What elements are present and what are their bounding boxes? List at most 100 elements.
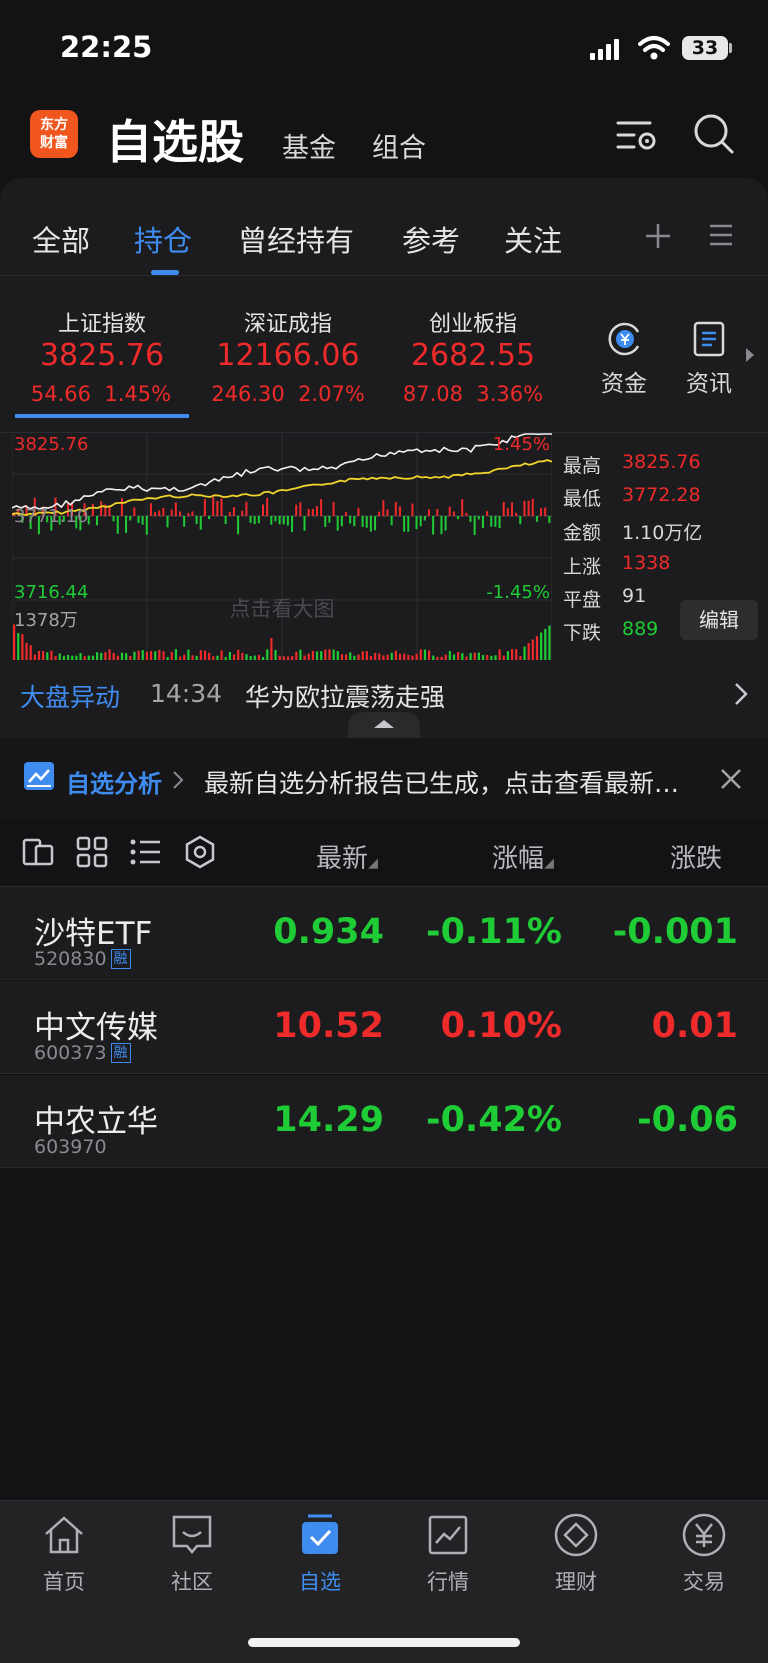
- stat-label-amount: 金额: [563, 522, 602, 544]
- stat-label-low: 最低: [563, 488, 602, 510]
- breadth-bar-up: [149, 503, 152, 516]
- yuan-circle-icon[interactable]: [606, 320, 644, 358]
- breadth-bar-up: [394, 501, 397, 516]
- hexagon-settings-icon[interactable]: [184, 835, 216, 869]
- app-logo: 东方 财富: [30, 110, 78, 158]
- breadth-bar-up: [91, 503, 94, 516]
- tab-following[interactable]: 关注: [504, 218, 562, 260]
- index-change-chinext[interactable]: 87.08 3.36%: [378, 382, 568, 406]
- breadth-bar-down: [137, 516, 140, 523]
- index-name-chinext[interactable]: 创业板指: [393, 306, 553, 338]
- stock-change: 0.01: [651, 1006, 738, 1046]
- breadth-bar-up: [386, 509, 389, 516]
- settings-list-icon[interactable]: [616, 115, 660, 155]
- index-change-pct: 3.36%: [476, 382, 544, 406]
- nav-label: 交易: [683, 1570, 725, 1594]
- breadth-bar-down: [340, 516, 343, 527]
- nav-label: 社区: [171, 1570, 213, 1594]
- edit-button[interactable]: 编辑: [680, 600, 758, 640]
- breadth-bar-down: [361, 516, 364, 527]
- breadth-bar-down: [249, 516, 252, 523]
- nav-item-wealth[interactable]: 理财: [516, 1512, 636, 1596]
- search-icon[interactable]: [692, 112, 736, 156]
- breadth-bar-down: [477, 516, 480, 520]
- collapse-handle[interactable]: [348, 712, 420, 738]
- breadth-bar-down: [166, 516, 169, 528]
- breadth-bar-down: [145, 516, 148, 535]
- breadth-bar-down: [481, 516, 484, 529]
- volume-bar: [315, 651, 319, 660]
- volume-bar: [266, 649, 269, 660]
- nav-item-home[interactable]: 首页: [4, 1512, 124, 1596]
- tab-previously-held[interactable]: 曾经持有: [238, 218, 354, 260]
- breadth-bar-up: [187, 512, 190, 516]
- breadth-bar-up: [411, 503, 414, 516]
- breadth-bar-down: [303, 516, 306, 531]
- chart-high-pct: 1.45%: [493, 434, 550, 455]
- breadth-bar-down: [365, 516, 368, 528]
- breadth-bar-down: [116, 516, 119, 534]
- volume-bar: [419, 649, 422, 660]
- breadth-bar-up: [295, 504, 298, 516]
- margin-badge: 融: [110, 1043, 131, 1063]
- index-value-chinext[interactable]: 2682.55: [383, 338, 563, 373]
- nav-item-watchlist[interactable]: 自选: [260, 1512, 380, 1596]
- breadth-bar-up: [241, 510, 244, 516]
- tab-reference[interactable]: 参考: [402, 218, 460, 260]
- chevron-right-icon[interactable]: [744, 346, 756, 364]
- volume-bar: [473, 652, 476, 660]
- analysis-label: 自选分析: [66, 770, 162, 798]
- intraday-chart[interactable]: 3825.76 1.45% 3771.10 3716.44 -1.45% 137…: [12, 432, 552, 660]
- tab-divider: [0, 275, 768, 276]
- header-tab-portfolio[interactable]: 组合: [372, 126, 426, 165]
- tab-holdings[interactable]: 持仓: [134, 218, 192, 260]
- index-change-pct: 1.45%: [104, 382, 172, 406]
- index-name-shenzhen[interactable]: 深证成指: [208, 306, 368, 338]
- index-change-shenzhen[interactable]: 246.30 2.07%: [193, 382, 383, 406]
- nav-item-market[interactable]: 行情: [388, 1512, 508, 1596]
- status-time: 22:25: [60, 30, 153, 64]
- volume-bar: [540, 632, 543, 660]
- funds-flow-label[interactable]: 资金: [601, 364, 647, 398]
- wifi-icon: [638, 36, 670, 60]
- grid-view-icon[interactable]: [76, 836, 108, 868]
- column-header-change-pct[interactable]: 涨幅◢: [492, 838, 554, 875]
- tab-all[interactable]: 全部: [32, 218, 90, 260]
- breadth-bar-up: [515, 512, 518, 516]
- news-label[interactable]: 资讯: [686, 364, 732, 398]
- home-indicator[interactable]: [248, 1638, 520, 1647]
- index-value-shenzhen[interactable]: 12166.06: [198, 338, 378, 373]
- breadth-bar-down: [444, 516, 447, 531]
- volume-bar: [120, 652, 124, 660]
- volume-bar: [461, 653, 464, 660]
- breadth-bar-down: [353, 516, 356, 527]
- nav-item-trade[interactable]: 交易: [644, 1512, 764, 1596]
- add-group-icon[interactable]: [644, 222, 672, 250]
- index-value-shanghai[interactable]: 3825.76: [12, 338, 192, 373]
- column-header-latest[interactable]: 最新◢: [316, 838, 378, 875]
- market-alert-time: 14:34: [150, 679, 223, 708]
- stat-value-rise: 1338: [622, 552, 671, 574]
- layout-toggle-icon[interactable]: [22, 836, 54, 868]
- list-view-icon[interactable]: [130, 838, 162, 866]
- breadth-bar-up: [170, 509, 173, 516]
- volume-bar: [79, 653, 82, 660]
- menu-icon[interactable]: [708, 222, 734, 248]
- header-tab-funds[interactable]: 基金: [282, 126, 336, 165]
- index-name-shanghai[interactable]: 上证指数: [22, 306, 182, 338]
- volume-bar: [162, 651, 165, 660]
- column-header-change[interactable]: 涨跌: [670, 838, 768, 875]
- breadth-bar-down: [257, 516, 260, 524]
- watchlist-icon: [302, 1514, 338, 1554]
- breadth-bar-up: [228, 511, 231, 516]
- news-doc-icon[interactable]: [692, 320, 726, 358]
- volume-bar: [324, 649, 327, 660]
- breadth-bar-up: [212, 497, 215, 516]
- breadth-bar-down: [390, 516, 393, 526]
- breadth-bar-down: [96, 516, 98, 526]
- close-icon[interactable]: [720, 768, 742, 790]
- index-change-shanghai[interactable]: 54.66 1.45%: [6, 382, 196, 406]
- breadth-bar-up: [162, 508, 165, 516]
- nav-item-community[interactable]: 社区: [132, 1512, 252, 1596]
- volume-bar: [145, 651, 148, 660]
